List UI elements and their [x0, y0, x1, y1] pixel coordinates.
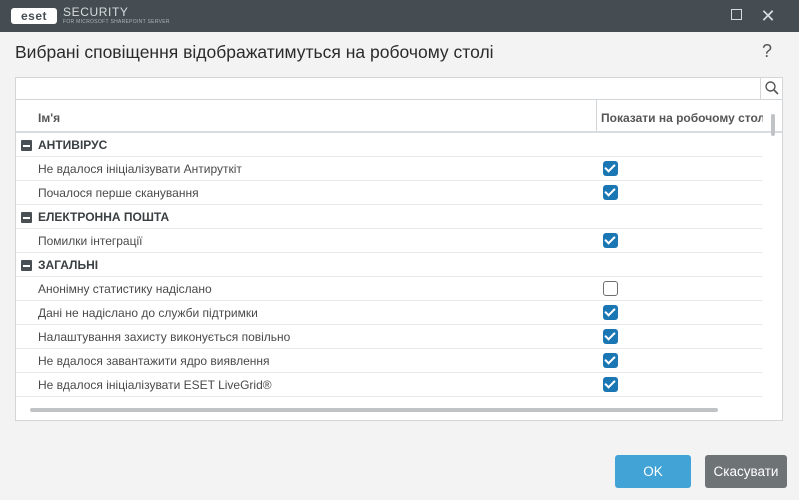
help-icon[interactable]: ? — [762, 41, 772, 62]
table-row: Не вдалося ініціалізувати Антируткіт — [16, 157, 762, 181]
notification-label: Анонімну статистику надіслано — [38, 282, 212, 296]
table-row: Помилки інтеграції — [16, 229, 762, 253]
group-label: ЕЛЕКТРОННА ПОШТА — [38, 210, 170, 224]
group-row[interactable]: ЕЛЕКТРОННА ПОШТА — [16, 205, 762, 229]
show-on-desktop-checkbox[interactable] — [603, 161, 618, 176]
show-on-desktop-checkbox[interactable] — [603, 281, 618, 296]
maximize-icon — [730, 8, 742, 20]
show-on-desktop-checkbox[interactable] — [603, 185, 618, 200]
brand: SECURITY FOR MICROSOFT SHAREPOINT SERVER — [63, 5, 170, 25]
ok-button[interactable]: OK — [615, 455, 691, 488]
notification-label: Почалося перше сканування — [38, 186, 199, 200]
cancel-button[interactable]: Скасувати — [705, 455, 787, 488]
table-row: Почалося перше сканування — [16, 181, 762, 205]
notifications-panel: Ім'я Показати на робочому столі АНТИВІРУ… — [15, 77, 783, 421]
show-on-desktop-checkbox[interactable] — [603, 353, 618, 368]
group-label: АНТИВІРУС — [38, 138, 108, 152]
show-on-desktop-checkbox[interactable] — [603, 305, 618, 320]
close-icon: ✕ — [760, 6, 776, 26]
table-row: Дані не надіслано до служби підтримки — [16, 301, 762, 325]
show-on-desktop-checkbox[interactable] — [603, 233, 618, 248]
show-on-desktop-checkbox[interactable] — [603, 377, 618, 392]
table-row: Налаштування захисту виконується повільн… — [16, 325, 762, 349]
vertical-scrollbar[interactable] — [771, 114, 775, 136]
notification-label: Не вдалося ініціалізувати ESET LiveGrid® — [38, 378, 272, 392]
notification-label: Не вдалося ініціалізувати Антируткіт — [38, 162, 242, 176]
notification-label: Помилки інтеграції — [38, 234, 143, 248]
group-row[interactable]: ЗАГАЛЬНІ — [16, 253, 762, 277]
table-row: Не вдалося завантажити ядро виявлення — [16, 349, 762, 373]
table-body: АНТИВІРУС Не вдалося ініціалізувати Антир… — [16, 133, 762, 397]
column-show-header[interactable]: Показати на робочому столі — [601, 111, 763, 125]
close-button[interactable]: ✕ — [751, 0, 785, 32]
group-row[interactable]: АНТИВІРУС — [16, 133, 762, 157]
table-row: Не вдалося ініціалізувати ESET LiveGrid® — [16, 373, 762, 397]
show-on-desktop-checkbox[interactable] — [603, 329, 618, 344]
collapse-icon[interactable] — [21, 260, 32, 271]
search-icon — [765, 81, 779, 95]
title-bar: eset SECURITY FOR MICROSOFT SHAREPOINT S… — [0, 0, 799, 32]
column-divider[interactable] — [596, 100, 597, 131]
search-bar[interactable] — [16, 78, 782, 100]
collapse-icon[interactable] — [21, 140, 32, 151]
notification-label: Не вдалося завантажити ядро виявлення — [38, 354, 270, 368]
table-row: Анонімну статистику надіслано — [16, 277, 762, 301]
horizontal-scrollbar[interactable] — [30, 408, 718, 412]
notification-label: Налаштування захисту виконується повільн… — [38, 330, 291, 344]
collapse-icon[interactable] — [21, 212, 32, 223]
group-label: ЗАГАЛЬНІ — [38, 258, 99, 272]
maximize-button[interactable] — [719, 0, 753, 32]
column-name-header[interactable]: Ім'я — [38, 111, 60, 125]
search-button[interactable] — [760, 78, 782, 100]
brand-title: SECURITY — [63, 5, 129, 19]
eset-logo: eset — [11, 8, 57, 24]
brand-subtitle: FOR MICROSOFT SHAREPOINT SERVER — [63, 19, 170, 25]
dialog-heading: Вибрані сповіщення відображатимуться на … — [15, 42, 494, 62]
notification-label: Дані не надіслано до служби підтримки — [38, 306, 258, 320]
table-header: Ім'я Показати на робочому столі — [16, 100, 782, 133]
